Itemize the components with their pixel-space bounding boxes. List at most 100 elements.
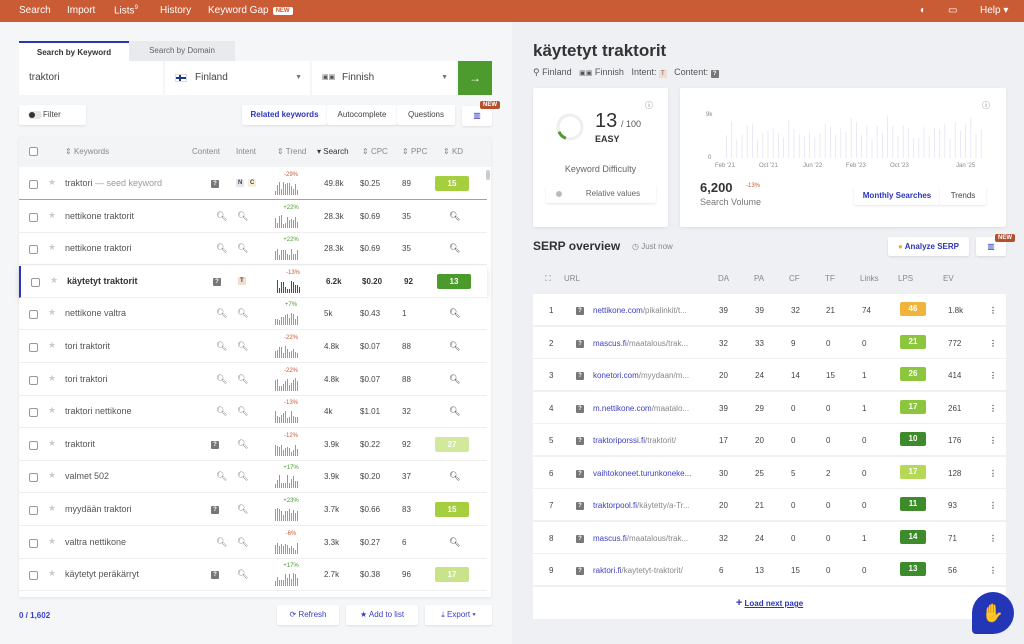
- keyword-text[interactable]: käytetyt peräkärryt: [65, 569, 139, 579]
- dark-mode-icon[interactable]: ◐: [920, 5, 926, 16]
- serp-url[interactable]: vaihtokoneet.turunkoneke...: [593, 469, 691, 478]
- table-row[interactable]: ★ valmet 502 🔍︎ 🔍︎ +17% 3.9k $0.20 37 🔍︎: [19, 461, 487, 494]
- search-icon[interactable]: 🔍︎: [237, 537, 248, 548]
- export-button[interactable]: ⤓ Export ▾: [425, 605, 492, 625]
- star-icon[interactable]: ★: [48, 177, 56, 188]
- keyword-text[interactable]: traktori nettikone: [65, 406, 132, 416]
- search-icon[interactable]: 🔍︎: [449, 537, 460, 548]
- star-icon[interactable]: ★: [48, 470, 56, 481]
- star-icon[interactable]: ★: [48, 405, 56, 416]
- search-icon[interactable]: 🔍︎: [216, 471, 227, 482]
- relative-values-toggle[interactable]: Relative values: [546, 185, 656, 203]
- table-row[interactable]: ★ tori traktorit 🔍︎ 🔍︎ -22% 4.8k $0.07 88 🔍︎: [19, 331, 487, 363]
- serp-url[interactable]: m.nettikone.com/maatalo...: [593, 404, 689, 413]
- serp-url[interactable]: traktoriporssi.fi/traktorit/: [593, 436, 676, 445]
- row-checkbox[interactable]: [29, 440, 38, 450]
- search-icon[interactable]: 🔍︎: [216, 406, 227, 417]
- search-icon[interactable]: 🔍︎: [237, 439, 248, 450]
- expand-icon[interactable]: ⛶: [545, 274, 551, 284]
- keyword-text[interactable]: valmet 502: [65, 471, 109, 481]
- row-checkbox[interactable]: [29, 310, 38, 320]
- serp-url[interactable]: konetori.com/myydaan/m...: [593, 371, 689, 380]
- search-icon[interactable]: 🔍︎: [237, 374, 248, 385]
- keyword-text[interactable]: myydään traktori: [65, 504, 132, 514]
- star-icon[interactable]: ★: [50, 275, 58, 286]
- nav-lists[interactable]: Lists9: [114, 5, 138, 16]
- col-search[interactable]: ▾ Search: [317, 147, 349, 156]
- keyword-input[interactable]: traktori: [19, 61, 163, 95]
- more-options-icon[interactable]: ⋮: [989, 306, 997, 315]
- more-options-icon[interactable]: ⋮: [989, 339, 997, 348]
- search-icon[interactable]: 🔍︎: [449, 374, 460, 385]
- col-ppc[interactable]: ⇕ PPC: [402, 147, 427, 156]
- language-select[interactable]: ▣▣ Finnish ▼: [312, 61, 456, 95]
- serp-row[interactable]: 1? nettikone.com/pikalinkit/t... 39 39 32 21 7…: [533, 294, 1006, 326]
- table-row[interactable]: ★ traktorit? 🔍︎ -12% 3.9k $0.22 92 27: [19, 428, 487, 461]
- nav-keyword-gap[interactable]: Keyword Gap NEW: [208, 5, 293, 16]
- filter-toggle[interactable]: Filter: [19, 105, 86, 125]
- country-select[interactable]: Finland ▼: [165, 61, 310, 95]
- col-cpc[interactable]: ⇕ CPC: [362, 147, 388, 156]
- row-checkbox[interactable]: [29, 343, 38, 352]
- serp-url[interactable]: mascus.fi/maatalous/trak...: [593, 534, 688, 543]
- more-options-icon[interactable]: ⋮: [989, 436, 997, 445]
- more-options-icon[interactable]: ⋮: [989, 371, 997, 380]
- serp-url[interactable]: traktorpool.fi/käytetty/a-Tr...: [593, 501, 690, 510]
- search-icon[interactable]: 🔍︎: [216, 243, 227, 254]
- nav-import[interactable]: Import: [67, 5, 95, 16]
- table-row[interactable]: ★ käytetyt traktorit? T -13% 6.2k $0.20 92 13: [19, 265, 487, 298]
- table-row[interactable]: ★ käytetyt peräkärryt? 🔍︎ +17% 2.7k $0.38 96 17: [19, 559, 487, 592]
- table-row[interactable]: ★ nettikone traktori 🔍︎ 🔍︎ +22% 28.3k $0.69 35 🔍…: [19, 233, 487, 266]
- serp-row[interactable]: 3? konetori.com/myydaan/m... 20 24 14 15 1 26 41…: [533, 359, 1006, 391]
- columns-button[interactable]: ▥: [462, 106, 492, 126]
- star-icon[interactable]: ★: [48, 340, 56, 351]
- nav-history[interactable]: History: [160, 5, 191, 16]
- tab-trends[interactable]: Trends: [940, 187, 986, 205]
- col-kd[interactable]: ⇕ KD: [443, 147, 463, 156]
- tab-questions[interactable]: Questions: [397, 105, 455, 125]
- tab-monthly-searches[interactable]: Monthly Searches: [854, 187, 940, 205]
- serp-row[interactable]: 5? traktoriporssi.fi/traktorit/17 20 0 0 0 10 1…: [533, 424, 1006, 456]
- table-row[interactable]: ★ nettikone valtra 🔍︎ 🔍︎ +7% 5k $0.43 1 🔍︎: [19, 298, 487, 331]
- serp-row[interactable]: 8? mascus.fi/maatalous/trak... 32 24 0 0 1 14 71…: [533, 521, 1006, 554]
- star-icon[interactable]: ★: [48, 210, 56, 221]
- tab-related-keywords[interactable]: Related keywords: [242, 105, 327, 125]
- keyword-text[interactable]: valtra nettikone: [65, 537, 126, 547]
- help-menu[interactable]: Help ▾: [980, 5, 1008, 16]
- chat-widget-button[interactable]: ✋: [972, 592, 1014, 634]
- info-icon[interactable]: ⓘ: [982, 100, 990, 111]
- search-icon[interactable]: 🔍︎: [216, 308, 227, 319]
- row-checkbox[interactable]: [29, 245, 38, 255]
- keyboard-icon[interactable]: ▭: [948, 5, 957, 16]
- serp-row[interactable]: 9? raktori.fi/kaytetyt-traktorit/6 13 15 0 0 1…: [533, 554, 1006, 586]
- search-icon[interactable]: 🔍︎: [237, 243, 248, 254]
- info-icon[interactable]: ⓘ: [645, 100, 653, 111]
- more-options-icon[interactable]: ⋮: [989, 469, 997, 478]
- search-icon[interactable]: 🔍︎: [237, 504, 248, 515]
- tab-search-by-keyword[interactable]: Search by Keyword: [19, 41, 129, 61]
- analyze-serp-button[interactable]: ● Analyze SERP: [888, 237, 969, 256]
- tab-search-by-domain[interactable]: Search by Domain: [129, 41, 235, 61]
- table-row[interactable]: ★ myydään traktori? 🔍︎ +23% 3.7k $0.66 83 15: [19, 494, 487, 526]
- keyword-text[interactable]: tori traktori: [65, 374, 108, 384]
- search-icon[interactable]: 🔍︎: [237, 211, 248, 222]
- more-options-icon[interactable]: ⋮: [989, 534, 997, 543]
- table-row[interactable]: ★ nettikone traktorit 🔍︎ 🔍︎ +22% 28.3k $0.69 35…: [19, 200, 487, 233]
- keyword-text[interactable]: traktori — seed keyword: [65, 178, 162, 188]
- select-all-checkbox[interactable]: [29, 147, 38, 156]
- keyword-text[interactable]: tori traktorit: [65, 341, 110, 351]
- serp-url[interactable]: raktori.fi/kaytetyt-traktorit/: [593, 566, 683, 575]
- table-row[interactable]: ★ traktori — seed keyword? N C -29% 49.8k $0.2…: [19, 168, 487, 200]
- star-icon[interactable]: ★: [48, 438, 56, 449]
- search-icon[interactable]: 🔍︎: [449, 471, 460, 482]
- star-icon[interactable]: ★: [48, 307, 56, 318]
- row-checkbox[interactable]: [29, 375, 38, 385]
- more-options-icon[interactable]: ⋮: [989, 501, 997, 510]
- add-to-list-button[interactable]: ★ Add to list: [346, 605, 418, 625]
- row-checkbox[interactable]: [29, 538, 38, 548]
- star-icon[interactable]: ★: [48, 373, 56, 384]
- keyword-text[interactable]: nettikone valtra: [65, 308, 126, 318]
- table-row[interactable]: ★ valtra nettikone 🔍︎ 🔍︎ -6% 3.3k $0.27 6 🔍︎: [19, 526, 487, 559]
- row-checkbox[interactable]: [31, 277, 40, 287]
- search-icon[interactable]: 🔍︎: [216, 211, 227, 222]
